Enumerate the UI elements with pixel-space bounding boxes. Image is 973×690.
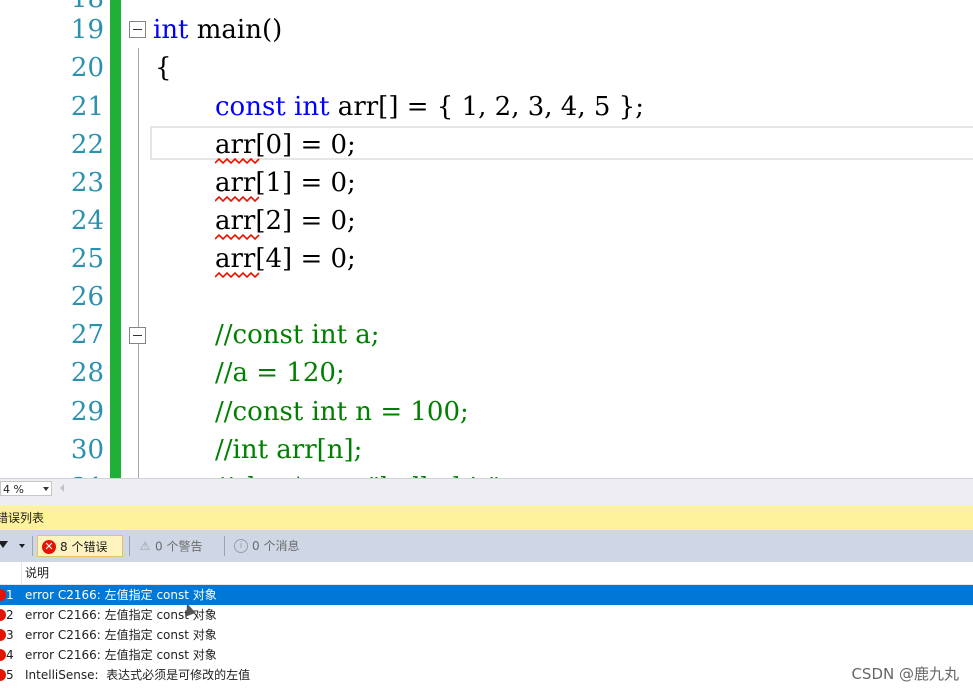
line-number: 20: [70, 53, 104, 83]
row-number: 3: [6, 628, 14, 642]
row-number: 4: [6, 648, 14, 662]
error-list-title: 错误列表: [0, 511, 45, 525]
column-divider[interactable]: [21, 562, 22, 584]
warnings-count-label: 0 个警告: [155, 539, 203, 554]
code-line-27: //const int a;: [215, 320, 380, 350]
line-number: 22: [70, 130, 104, 160]
row-description: IntelliSense: 表达式必须是可修改的左值: [25, 668, 251, 682]
watermark: CSDN @鹿九丸: [851, 665, 959, 683]
line-number: 26: [70, 282, 104, 312]
code-text: arr[] = { 1, 2, 3, 4, 5 };: [329, 92, 644, 122]
collapse-toggle-icon[interactable]: [129, 21, 146, 38]
line-number: 21: [70, 92, 104, 122]
code-line-20: {: [155, 53, 172, 83]
error-row[interactable]: 3 error C2166: 左值指定 const 对象: [0, 625, 973, 645]
toolbar-separator: [32, 536, 33, 556]
error-list-title-bar[interactable]: 错误列表: [0, 506, 973, 530]
column-header-description[interactable]: 说明: [25, 562, 49, 584]
line-number: 23: [70, 168, 104, 198]
line-number: 27: [70, 320, 104, 350]
code-editor[interactable]: 18 19 20 21 22 23 24 25 26 27 28 29 30 3…: [0, 0, 973, 478]
error-row[interactable]: 4 error C2166: 左值指定 const 对象: [0, 645, 973, 665]
line-number: 29: [70, 397, 104, 427]
error-squiggle: [215, 234, 260, 241]
chevron-down-icon[interactable]: [19, 544, 25, 548]
change-tracking-bar: [110, 0, 121, 478]
toolbar-separator: [129, 536, 130, 556]
error-row[interactable]: 1 error C2166: 左值指定 const 对象: [0, 585, 973, 605]
warning-icon: ⚠: [139, 539, 151, 553]
info-icon: i: [234, 538, 248, 553]
line-number: 28: [70, 358, 104, 388]
row-number: 1: [6, 588, 14, 602]
code-line-31: //char* p = "hello,bit";: [215, 469, 509, 478]
error-row[interactable]: 2 error C2166: 左值指定 const 对象: [0, 605, 973, 625]
row-description: error C2166: 左值指定 const 对象: [25, 648, 217, 662]
scroll-left-icon[interactable]: [60, 484, 64, 492]
row-number: 5: [6, 668, 14, 682]
error-squiggle: [215, 158, 260, 165]
editor-status-strip: 4 %: [0, 478, 973, 499]
code-line-21: const int arr[] = { 1, 2, 3, 4, 5 };: [215, 88, 644, 126]
line-number: 31: [0, 469, 104, 478]
collapse-toggle-icon[interactable]: [129, 327, 146, 344]
panel-splitter[interactable]: [0, 498, 973, 506]
row-number: 2: [6, 608, 14, 622]
toolbar-separator: [224, 536, 225, 556]
zoom-level-value: 4 %: [3, 483, 24, 496]
errors-count-label: 8 个错误: [60, 540, 108, 554]
keyword: const: [215, 92, 286, 122]
error-icon: ✕: [42, 539, 56, 554]
code-line-28: //a = 120;: [215, 358, 345, 388]
zoom-level-dropdown[interactable]: 4 %: [0, 481, 52, 496]
error-row[interactable]: 5 IntelliSense: 表达式必须是可修改的左值: [0, 665, 973, 685]
line-number: 30: [70, 435, 104, 465]
messages-count-label: 0 个消息: [252, 539, 300, 553]
code-line-30: //int arr[n];: [215, 435, 363, 465]
error-list-grid: 说明 1 error C2166: 左值指定 const 对象 2 error …: [0, 562, 973, 690]
keyword: int: [294, 92, 330, 122]
filter-icon[interactable]: [0, 541, 8, 548]
line-number: 25: [70, 244, 104, 274]
outline-guide: [138, 48, 139, 478]
errors-filter-button[interactable]: ✕ 8 个错误: [37, 535, 123, 557]
line-number: 19: [70, 15, 104, 45]
row-description: error C2166: 左值指定 const 对象: [25, 628, 217, 642]
code-line-29: //const int n = 100;: [215, 397, 469, 427]
code-text: main(): [188, 15, 283, 45]
line-number: 24: [70, 206, 104, 236]
keyword: int: [153, 15, 189, 45]
warnings-filter-button[interactable]: ⚠ 0 个警告: [132, 535, 222, 557]
error-list-toolbar: ✕ 8 个错误 ⚠ 0 个警告 i 0 个消息: [0, 530, 973, 562]
code-line-19: int main(): [153, 11, 282, 49]
error-squiggle: [215, 196, 260, 203]
messages-filter-button[interactable]: i 0 个消息: [228, 535, 318, 557]
grid-header: 说明: [0, 562, 973, 585]
chevron-down-icon: [43, 487, 49, 491]
line-number-gutter: 18 19 20 21 22 23 24 25 26 27 28 29 30 3…: [0, 0, 106, 478]
error-squiggle: [215, 272, 260, 279]
